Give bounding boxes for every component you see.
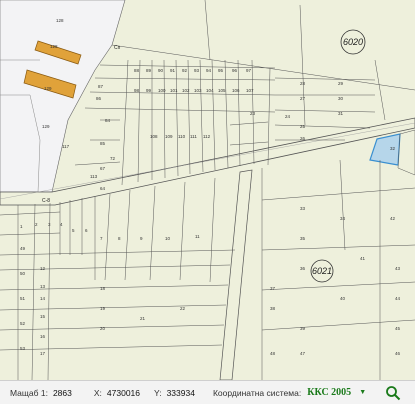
parcel-number-label: 96 (232, 68, 238, 73)
parcel-number-label: 45 (395, 326, 401, 331)
road-label-2: С-8 (42, 198, 50, 204)
x-label: X: (93, 387, 102, 398)
svg-text:6021: 6021 (312, 266, 332, 276)
parcel-number-label: 111 (190, 134, 197, 139)
parcel-number-label: 41 (360, 256, 366, 261)
parcel-number-label: 44 (395, 296, 401, 301)
parcel-number-label: 21 (140, 316, 146, 321)
caret-down-icon[interactable]: ▼ (359, 389, 366, 396)
parcel-number-label: 107 (246, 88, 254, 93)
y-label: Y: (154, 387, 162, 398)
parcel-number-label: 12 (40, 266, 46, 271)
parcel-number-label: 52 (20, 321, 26, 326)
parcel-number-label: 103 (194, 88, 202, 93)
parcel-number-label: 99 (146, 88, 152, 93)
parcel-number-label: 38 (270, 306, 276, 311)
parcel-number-label: 46 (395, 351, 401, 356)
parcel-number-label: 20 (100, 326, 106, 331)
parcel-number-label: 101 (170, 88, 178, 93)
parcel-number-label: 53 (20, 346, 26, 351)
parcel-number-label: 17 (40, 351, 46, 356)
parcel-number-label: 86 (96, 96, 102, 101)
parcel-number-label: 27 (300, 96, 306, 101)
parcel-number-label: 112 (203, 134, 211, 139)
magnifier-icon[interactable] (385, 385, 401, 401)
parcel-number-label: 88 (134, 68, 140, 73)
parcel-number-label: 34 (340, 216, 346, 221)
parcel-number-label: 19 (100, 306, 106, 311)
parcel-number-label: 87 (98, 84, 104, 89)
parcel-number-label: 37 (270, 286, 276, 291)
parcel-number-label: 94 (206, 68, 212, 73)
parcel-number-label: 108 (150, 134, 158, 139)
parcel-number-label: 43 (395, 266, 401, 271)
map-canvas[interactable]: 6020 6021 Сп С-8 12812812912911711384858… (0, 0, 415, 380)
parcel-number-label: 95 (218, 68, 224, 73)
parcel-number-label: 35 (300, 236, 306, 241)
parcel-number-label: 104 (206, 88, 214, 93)
parcel-number-label: 28 (300, 81, 306, 86)
parcel-number-label: 13 (40, 284, 46, 289)
parcel-number-label: 10 (165, 236, 171, 241)
parcel-number-label: 31 (338, 111, 344, 116)
parcel-number-label: 40 (340, 296, 346, 301)
parcel-number-label: 109 (165, 134, 173, 139)
parcel-number-label: 48 (270, 351, 276, 356)
parcel-number-label: 117 (62, 144, 70, 149)
parcel-number-label: 128 (56, 18, 64, 23)
scale-label: Мащаб 1: (10, 387, 48, 398)
parcel-number-label: 97 (246, 68, 252, 73)
parcel-number-label: 64 (100, 186, 106, 191)
parcel-number-label: 18 (100, 286, 106, 291)
parcel-number-label: 24 (285, 114, 291, 119)
parcel-number-label: 36 (300, 266, 306, 271)
svg-text:6020: 6020 (343, 37, 363, 47)
parcel-number-label: 33 (300, 206, 306, 211)
status-bar: Мащаб 1: 2863 X: 4730016 Y: 333934 Коорд… (0, 380, 415, 404)
parcel-number-label: 129 (44, 86, 52, 91)
parcel-number-label: 50 (20, 271, 26, 276)
crs-select[interactable]: ККС 2005 (307, 387, 351, 398)
parcel-number-label: 90 (158, 68, 164, 73)
cadastral-map[interactable]: 6020 6021 Сп С-8 128 128 129 129 117 113 84 85 8… (0, 0, 415, 380)
x-value: 4730016 (106, 387, 140, 398)
parcel-number-label: 92 (182, 68, 188, 73)
crs-label: Координатна система: (212, 387, 302, 398)
parcel-number-label: 110 (178, 134, 186, 139)
parcel-number-label: 129 (42, 124, 50, 129)
parcel-number-label: 39 (300, 326, 306, 331)
parcel-number-label: 98 (134, 88, 140, 93)
parcel-number-label: 85 (100, 141, 106, 146)
parcel-number-label: 47 (300, 351, 306, 356)
parcel-number-label: 89 (146, 68, 152, 73)
y-value: 333934 (166, 387, 195, 398)
parcel-number-label: 11 (195, 234, 200, 239)
parcel-number-label: 128 (50, 44, 58, 49)
parcel-number-label: 51 (20, 296, 26, 301)
parcel-number-label: 93 (194, 68, 200, 73)
parcel-number-label: 49 (20, 246, 26, 251)
parcel-number-label: 106 (232, 88, 240, 93)
parcel-number-label: 16 (40, 334, 46, 339)
parcel-number-label: 105 (218, 88, 226, 93)
parcel-number-label: 23 (250, 111, 256, 116)
parcel-number-label: 72 (110, 156, 116, 161)
parcel-number-label: 30 (338, 96, 344, 101)
parcel-number-label: 100 (158, 88, 166, 93)
parcel-number-label: 14 (40, 296, 46, 301)
parcel-number-label: 102 (182, 88, 190, 93)
parcel-number-label: 29 (338, 81, 344, 86)
parcel-number-label: 113 (90, 174, 98, 179)
road-label-1: Сп (114, 45, 121, 51)
parcel-number-label: 32 (390, 146, 396, 151)
parcel-number-label: 25 (300, 124, 306, 129)
parcel-number-label: 91 (170, 68, 176, 73)
parcel-number-label: 84 (105, 118, 111, 123)
parcel-number-label: 15 (40, 314, 46, 319)
parcel-number-label: 22 (180, 306, 186, 311)
parcel-number-label: 42 (390, 216, 396, 221)
parcel-number-label: 67 (100, 166, 106, 171)
parcel-number-label: 26 (300, 136, 306, 141)
scale-value: 2863 (52, 387, 72, 398)
